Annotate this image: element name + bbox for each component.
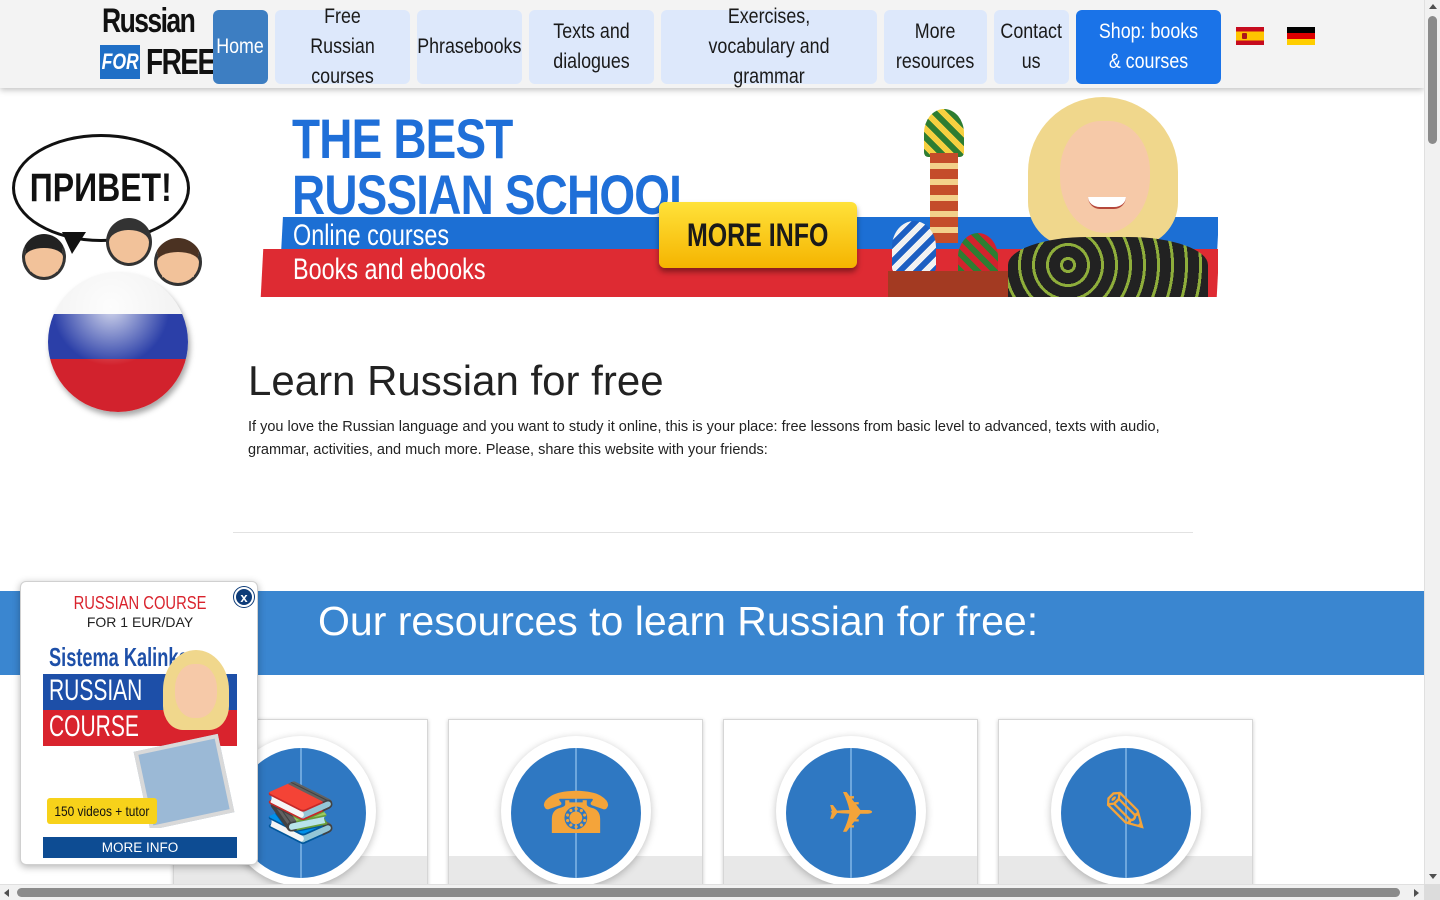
kid-boy-icon [22, 234, 66, 280]
scroll-right-arrow-icon[interactable] [1414, 889, 1419, 897]
nav-contact-us[interactable]: Contact us [994, 10, 1069, 84]
phone-and-book-icon: ☎ [539, 781, 613, 846]
russian-flag-ball-icon [48, 272, 188, 412]
vertical-scroll-thumb[interactable] [1428, 16, 1437, 144]
horizontal-scroll-thumb[interactable] [17, 888, 1400, 897]
scroll-up-arrow-icon[interactable] [1429, 4, 1437, 9]
resources-heading: Our resources to learn Russian for free: [318, 598, 1039, 644]
nav-exercises-label: Exercises, vocabulary and grammar [708, 5, 830, 88]
magnifier-and-pencil-icon: ✎ [1101, 781, 1151, 846]
horizontal-scrollbar[interactable] [0, 884, 1424, 900]
scroll-down-arrow-icon[interactable] [1429, 874, 1437, 879]
section-divider [233, 532, 1193, 533]
banner-title-line1: THE BEST [292, 107, 513, 170]
nav-shop-label: Shop: books & courses [1098, 20, 1199, 73]
logo-for: FOR [100, 45, 141, 79]
resource-card[interactable]: ✈ [723, 719, 978, 884]
nav-free-russian-courses-label: Free Russian courses [310, 5, 375, 88]
logo-line-russian: Russian [102, 2, 196, 40]
nav-free-russian-courses[interactable]: Free Russian courses [275, 5, 410, 88]
banner-sub-books: Books and ebooks [293, 253, 486, 286]
speech-bubble: ПРИВЕТ! [12, 134, 190, 242]
popup-subtitle: FOR 1 EUR/DAY [86, 614, 194, 630]
nav-texts-and-dialogues[interactable]: Texts and dialogues [529, 10, 654, 84]
speech-bubble-tail [62, 232, 86, 254]
cover-teacher-photo [133, 650, 237, 828]
nav-phrasebooks-label: Phrasebooks [417, 35, 522, 58]
resource-card[interactable]: ✎ [998, 719, 1253, 884]
scrollbar-corner [1424, 884, 1440, 900]
main-nav: Home Free Russian courses Phrasebooks Te… [213, 5, 1221, 88]
nav-texts-and-dialogues-label: Texts and dialogues [553, 20, 630, 73]
resource-card[interactable]: ☎ [448, 719, 703, 884]
nav-shop-books-courses[interactable]: Shop: books & courses [1076, 10, 1221, 84]
course-popup-ad[interactable]: x RUSSIAN COURSE FOR 1 EUR/DAY Sistema K… [20, 581, 258, 865]
site-header: Russian FOR FREE Home Free Russian cours… [0, 0, 1424, 88]
intro-paragraph: If you love the Russian language and you… [248, 419, 1160, 458]
airplane-and-toys-icon: ✈ [826, 781, 876, 846]
popup-title: RUSSIAN COURSE [73, 593, 207, 613]
nav-home-label: Home [216, 35, 265, 58]
course-cover-image[interactable]: Sistema Kalinka RUSSIAN COURSE 150 video… [43, 638, 237, 828]
cover-badge: 150 videos + tutor [47, 798, 157, 824]
nav-home[interactable]: Home [213, 10, 268, 84]
page-title: Learn Russian for free [248, 357, 664, 404]
popup-more-info-button[interactable]: MORE INFO [43, 837, 237, 858]
flag-spain-icon[interactable] [1236, 27, 1264, 45]
nav-contact-us-label: Contact us [1000, 20, 1063, 73]
banner-more-info-button[interactable]: MORE INFO [659, 202, 857, 268]
kid-girl-icon [154, 238, 202, 286]
flag-germany-icon[interactable] [1287, 27, 1315, 45]
banner-sub-online-courses: Online courses [293, 219, 450, 252]
nav-more-resources-label: More resources [896, 20, 975, 73]
nav-exercises-vocabulary-grammar[interactable]: Exercises, vocabulary and grammar [661, 5, 877, 88]
kid-boy-headset-icon [106, 218, 152, 266]
scroll-left-arrow-icon[interactable] [4, 889, 9, 897]
speech-bubble-text: ПРИВЕТ! [30, 165, 172, 210]
logo-free: FREE [146, 41, 216, 82]
nav-phrasebooks[interactable]: Phrasebooks [417, 10, 522, 84]
site-logo[interactable]: Russian FOR FREE [98, 2, 217, 82]
teacher-photo [998, 97, 1218, 297]
promo-banner[interactable]: THE BEST RUSSIAN SCHOOL Online courses B… [248, 97, 1218, 297]
page-viewport: Russian FOR FREE Home Free Russian cours… [0, 0, 1424, 884]
vertical-scrollbar[interactable] [1424, 0, 1440, 884]
nav-more-resources[interactable]: More resources [884, 10, 987, 84]
mascot-illustration: ПРИВЕТ! [8, 130, 218, 420]
